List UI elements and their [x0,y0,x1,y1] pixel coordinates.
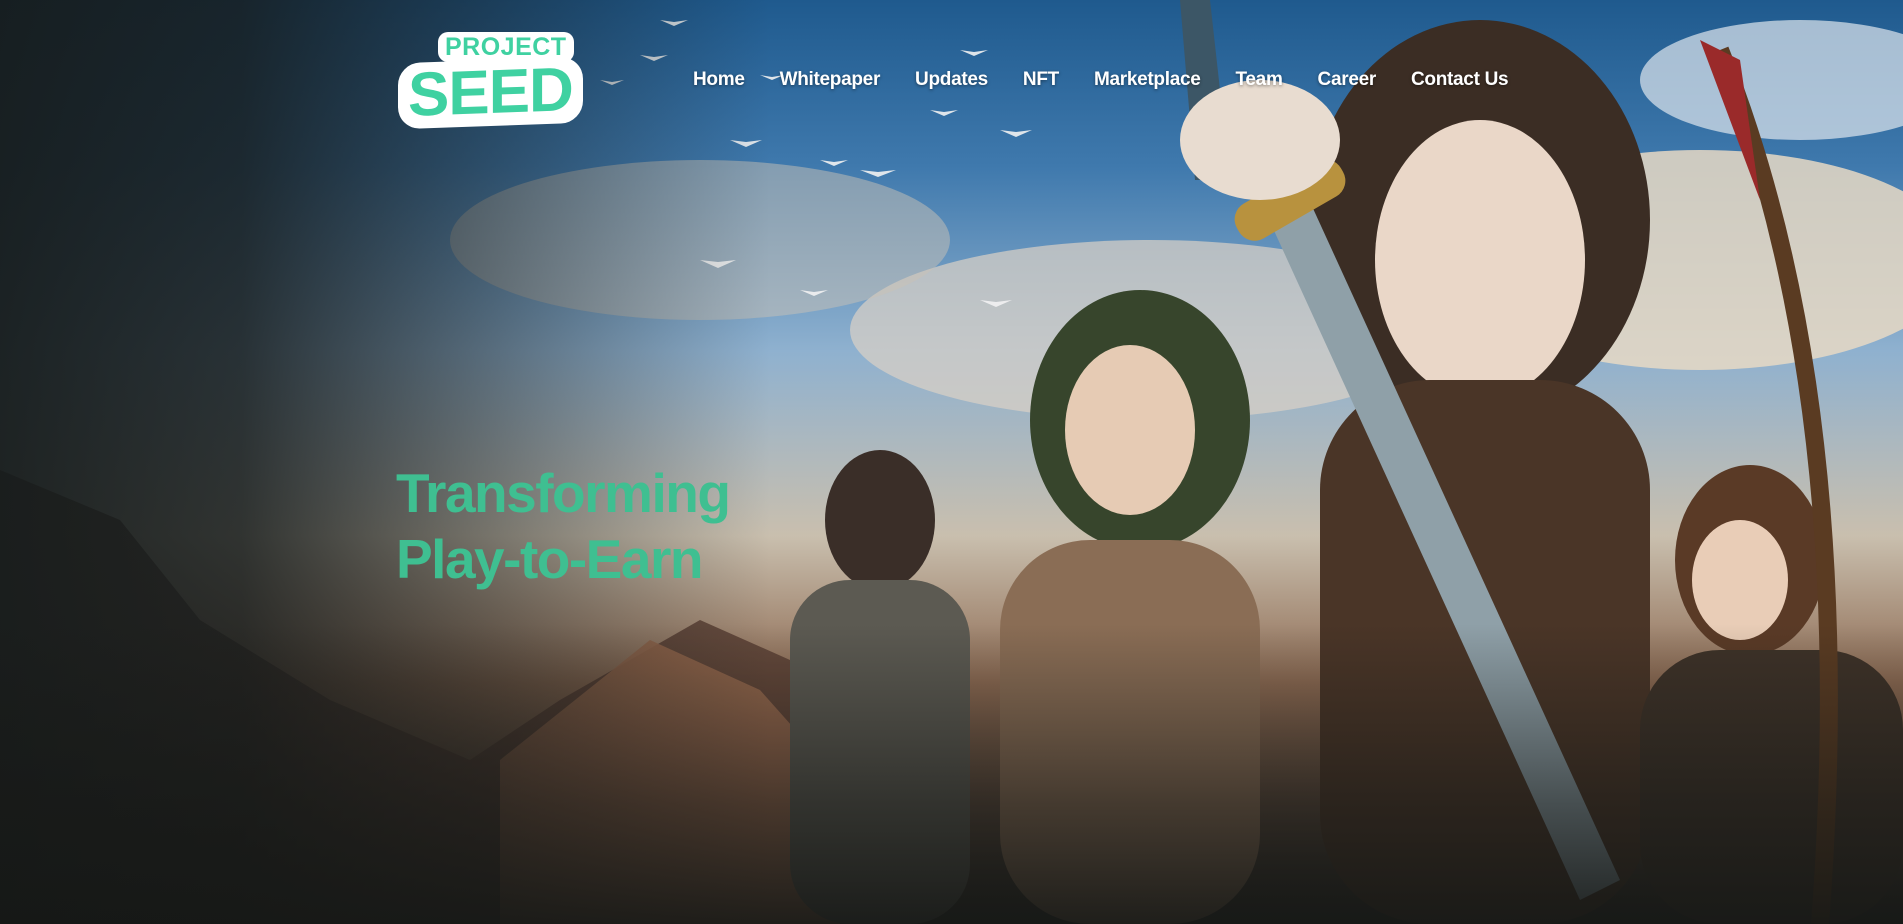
nav-item-team[interactable]: Team [1236,69,1283,91]
nav-item-whitepaper[interactable]: Whitepaper [780,69,881,91]
headline-line-2: Play-to-Earn [396,528,703,590]
hero-headline: Transforming Play-to-Earn [396,460,731,592]
nav-item-home[interactable]: Home [693,69,745,91]
nav-item-marketplace[interactable]: Marketplace [1094,69,1201,91]
headline-line-1: Transforming [396,462,731,524]
nav-item-contact-us[interactable]: Contact Us [1411,69,1509,91]
main-nav: Home Whitepaper Updates NFT Marketplace … [693,66,1509,94]
logo-main-text: SEED [398,55,583,130]
nav-item-career[interactable]: Career [1318,69,1377,91]
bottom-gradient-overlay [0,624,1903,924]
project-seed-logo[interactable]: PROJECT SEED [398,30,596,130]
hero-section: PROJECT SEED Home Whitepaper Updates NFT… [0,0,1903,924]
nav-item-updates[interactable]: Updates [915,69,988,91]
nav-item-nft[interactable]: NFT [1023,69,1059,91]
